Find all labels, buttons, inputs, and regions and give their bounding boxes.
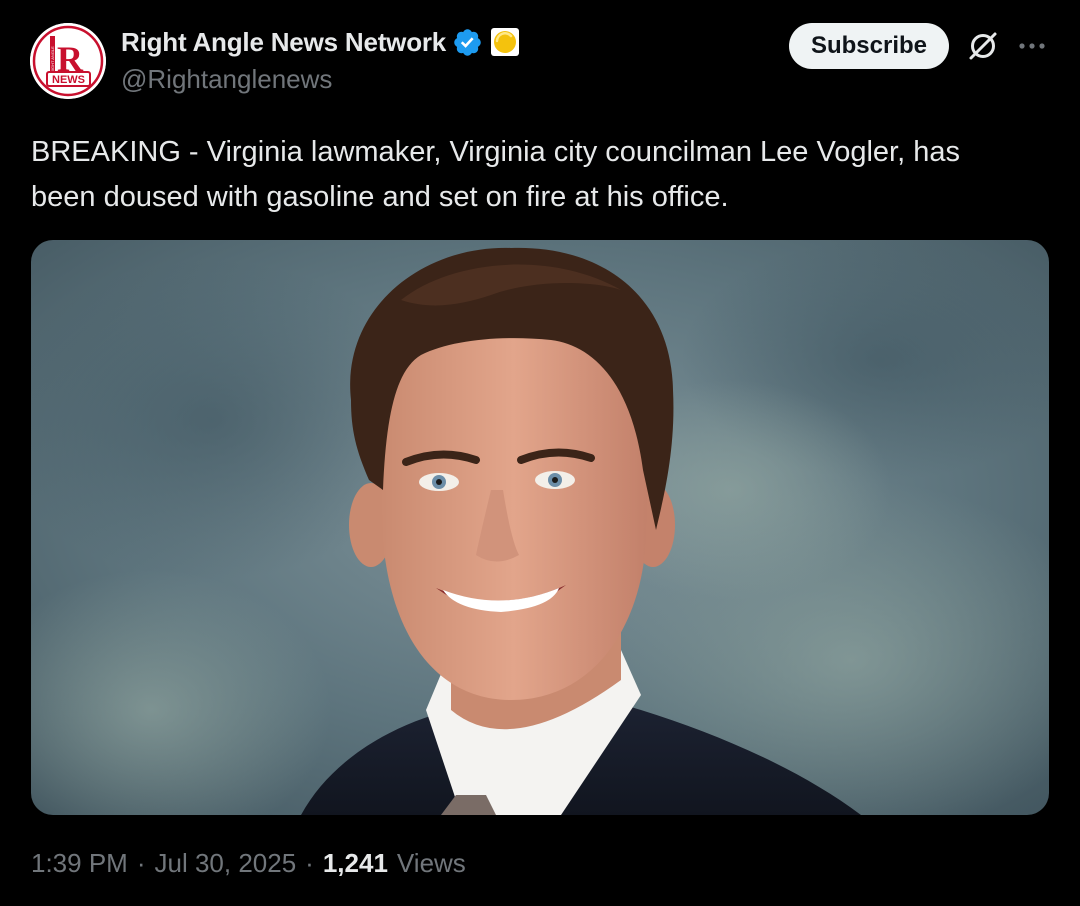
verified-icon[interactable] xyxy=(452,27,483,58)
meta-separator: · xyxy=(136,848,146,878)
author-handle[interactable]: @Rightanglenews xyxy=(121,64,332,95)
post-text: BREAKING - Virginia lawmaker, Virginia c… xyxy=(31,136,960,213)
more-icon[interactable] xyxy=(1016,30,1048,62)
post-meta: 1:39 PM · Jul 30, 2025 · 1,241 Views xyxy=(31,848,466,879)
post-time[interactable]: 1:39 PM xyxy=(31,848,128,879)
subscribe-button[interactable]: Subscribe xyxy=(789,23,949,69)
avatar-vertical-text: RIGHT ANGLE xyxy=(50,46,55,73)
post-date[interactable]: Jul 30, 2025 xyxy=(155,848,297,879)
affiliate-icon[interactable] xyxy=(491,28,520,56)
avatar-logo: RIGHT ANGLE R NEWS xyxy=(30,23,106,99)
author-display-name[interactable]: Right Angle News Network xyxy=(121,27,446,58)
post-media[interactable] xyxy=(31,240,1049,815)
avatar[interactable]: RIGHT ANGLE R NEWS xyxy=(30,23,106,99)
views-label: Views xyxy=(396,848,466,878)
portrait-photo xyxy=(31,240,1049,815)
grok-icon[interactable] xyxy=(966,29,1000,63)
author-name-row: Right Angle News Network xyxy=(121,26,520,58)
meta-separator: · xyxy=(305,848,314,878)
views-count[interactable]: 1,241 xyxy=(323,848,388,879)
avatar-word: NEWS xyxy=(52,74,85,86)
